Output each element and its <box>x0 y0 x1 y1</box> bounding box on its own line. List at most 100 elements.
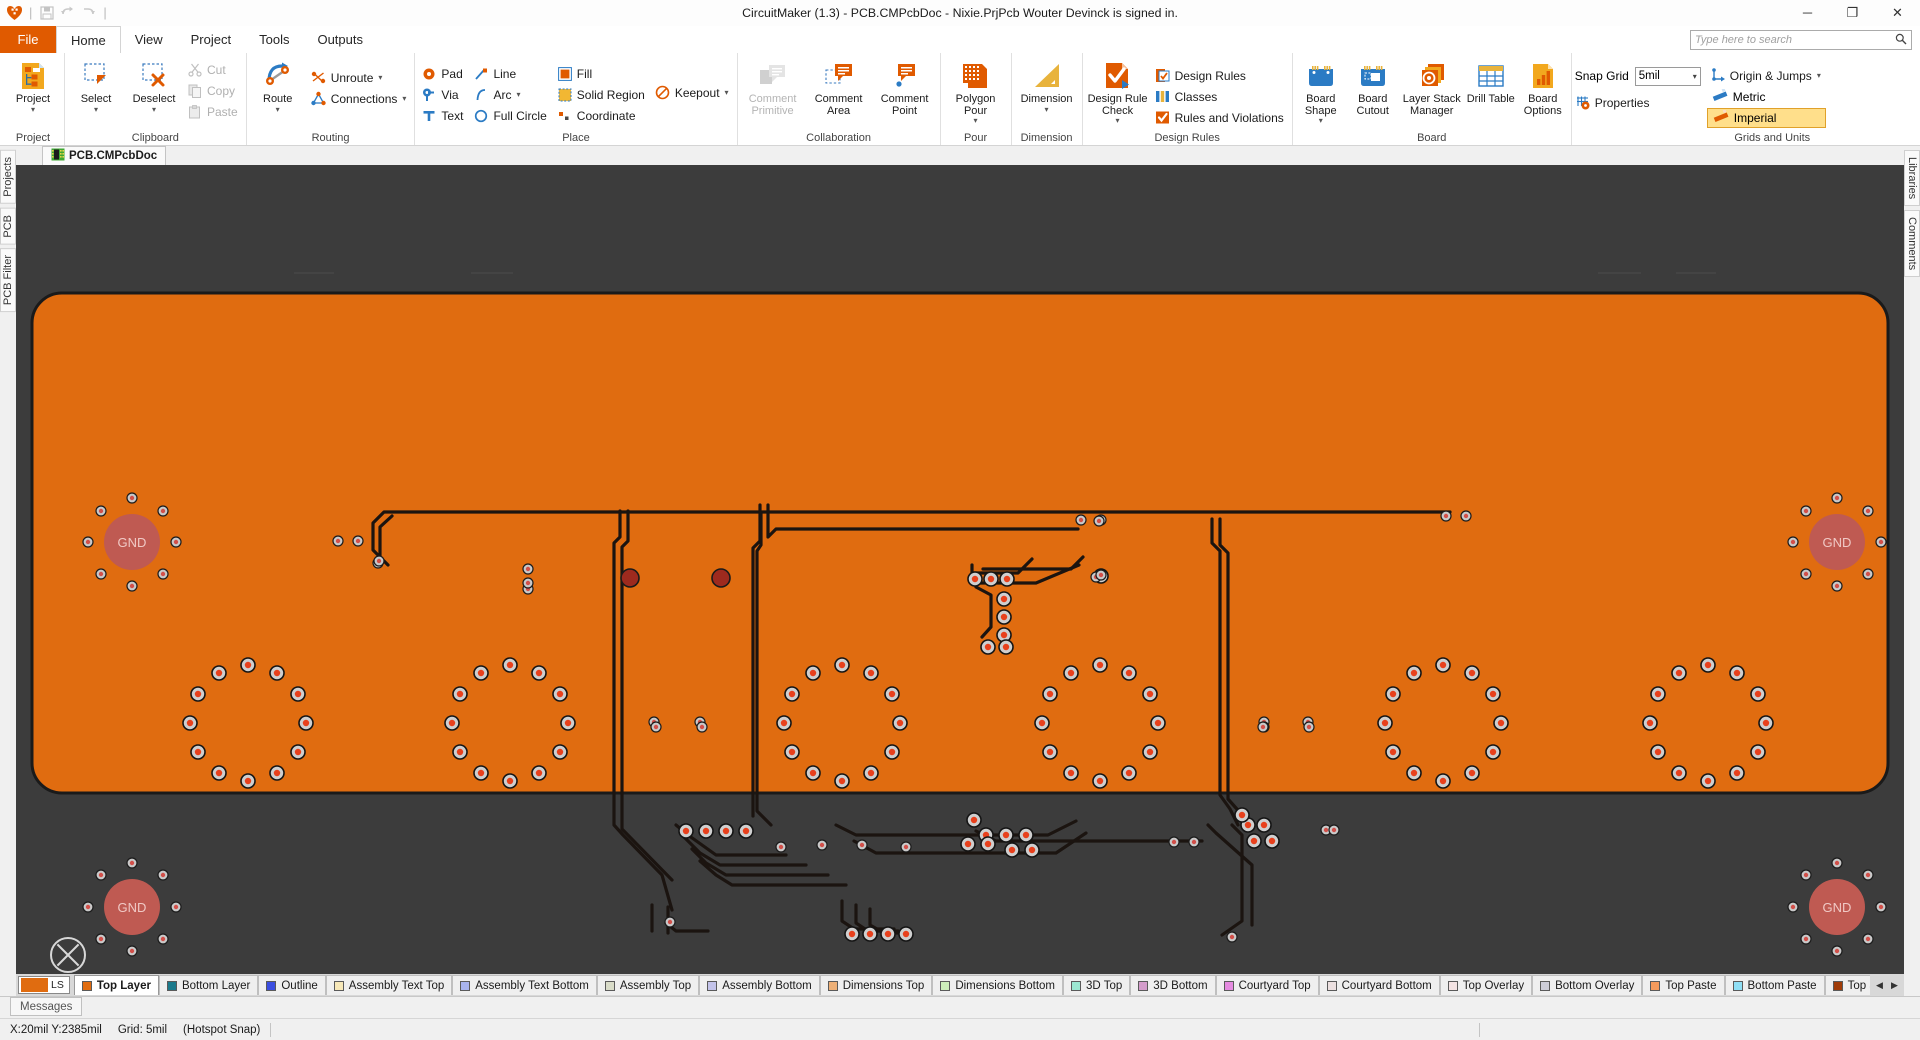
chevron-down-icon[interactable]: ▾ <box>31 106 35 113</box>
board-options-button[interactable]: Board Options <box>1518 57 1568 117</box>
place-line-button[interactable]: Line <box>470 63 551 84</box>
chevron-down-icon[interactable]: ▾ <box>94 106 98 113</box>
maximize-button[interactable]: ❐ <box>1830 0 1875 26</box>
layer-tab-assembly-top[interactable]: Assembly Top <box>597 975 699 995</box>
tab-outputs[interactable]: Outputs <box>303 26 377 53</box>
quick-access-toolbar[interactable]: | | <box>0 4 109 21</box>
chevron-down-icon[interactable]: ▾ <box>725 88 729 97</box>
chevron-down-icon[interactable]: ▾ <box>516 90 520 99</box>
layer-tab-courtyard-top[interactable]: Courtyard Top <box>1216 975 1319 995</box>
layer-next-button[interactable]: ▶ <box>1887 976 1902 994</box>
place-pad-button[interactable]: Pad <box>418 63 468 84</box>
project-button[interactable]: Project ▾ <box>5 57 61 113</box>
pcb-artwork[interactable]: GND GND GND GND <box>16 165 1904 965</box>
layer-tab-3d-bottom[interactable]: 3D Bottom <box>1130 975 1215 995</box>
connections-button[interactable]: Connections ▾ <box>308 88 412 109</box>
layer-set-selector[interactable]: LS <box>18 976 70 994</box>
search-input[interactable]: Type here to search <box>1690 30 1912 50</box>
origin-jumps-button[interactable]: Origin & Jumps ▾ <box>1707 65 1826 86</box>
place-via-button[interactable]: Via <box>418 84 468 105</box>
layer-stack-manager-button[interactable]: Layer Stack Manager <box>1400 57 1464 117</box>
layer-tab-bar[interactable]: LS Top LayerBottom LayerOutlineAssembly … <box>16 974 1904 996</box>
layer-tab-assembly-bottom[interactable]: Assembly Bottom <box>699 975 819 995</box>
deselect-button[interactable]: Deselect ▾ <box>126 57 182 113</box>
snap-grid-select[interactable]: 5mil ▾ <box>1635 67 1701 86</box>
chevron-down-icon[interactable]: ▾ <box>1817 71 1821 80</box>
chevron-down-icon[interactable]: ▾ <box>974 117 978 124</box>
layer-tab-3d-top[interactable]: 3D Top <box>1063 975 1130 995</box>
chevron-down-icon[interactable]: ▾ <box>378 73 382 82</box>
chevron-down-icon[interactable]: ▾ <box>1045 106 1049 113</box>
layer-tab-top-solder[interactable]: Top Solder <box>1825 975 1870 995</box>
layer-tab-bottom-paste[interactable]: Bottom Paste <box>1725 975 1825 995</box>
panel-tab-pcb[interactable]: PCB <box>0 208 16 245</box>
messages-tab[interactable]: Messages <box>10 997 82 1016</box>
chevron-down-icon[interactable]: ▾ <box>1693 72 1697 81</box>
layer-nav[interactable]: ◀ ▶ <box>1872 976 1902 994</box>
board-cutout-button[interactable]: Board Cutout <box>1348 57 1398 117</box>
layer-tab-top-paste[interactable]: Top Paste <box>1642 975 1724 995</box>
board-shape-button[interactable]: Board Shape ▾ <box>1296 57 1346 124</box>
comment-point-button[interactable]: Comment Point <box>873 57 937 117</box>
design-rule-check-button[interactable]: Design Rule Check ▾ <box>1086 57 1150 124</box>
place-full-circle-button[interactable]: Full Circle <box>470 105 551 126</box>
imperial-button[interactable]: Imperial <box>1707 108 1826 128</box>
copy-button[interactable]: Copy <box>184 80 243 101</box>
board-cutout-icon <box>1358 60 1388 92</box>
layer-tab-top-layer[interactable]: Top Layer <box>74 975 159 995</box>
dimension-button[interactable]: Dimension ▾ <box>1015 57 1079 113</box>
layer-tab-dimensions-top[interactable]: Dimensions Top <box>820 975 933 995</box>
design-rules-button[interactable]: Design Rules <box>1152 65 1289 86</box>
polygon-pour-button[interactable]: Polygon Pour ▾ <box>944 57 1008 124</box>
layer-tab-top-overlay[interactable]: Top Overlay <box>1440 975 1532 995</box>
tab-view[interactable]: View <box>121 26 177 53</box>
redo-icon[interactable] <box>80 4 97 21</box>
place-keepout-button[interactable]: Keepout ▾ <box>652 82 734 103</box>
place-text-button[interactable]: Text <box>418 105 468 126</box>
layer-tab-outline[interactable]: Outline <box>258 975 325 995</box>
chevron-down-icon[interactable]: ▾ <box>1319 117 1323 124</box>
select-button[interactable]: Select ▾ <box>68 57 124 113</box>
file-menu-tab[interactable]: File <box>0 26 56 53</box>
layer-prev-button[interactable]: ◀ <box>1872 976 1887 994</box>
route-button[interactable]: Route ▾ <box>250 57 306 113</box>
paste-button[interactable]: Paste <box>184 101 243 122</box>
cut-button[interactable]: Cut <box>184 59 243 80</box>
undo-icon[interactable] <box>59 4 76 21</box>
unroute-button[interactable]: Unroute ▾ <box>308 67 412 88</box>
panel-tab-pcb-filter[interactable]: PCB Filter <box>0 248 16 312</box>
place-coordinate-button[interactable]: Coordinate <box>554 105 650 126</box>
chevron-down-icon[interactable]: ▾ <box>402 94 406 103</box>
comment-area-button[interactable]: Comment Area <box>807 57 871 117</box>
drill-table-button[interactable]: Drill Table <box>1466 57 1516 106</box>
document-tab-pcb[interactable]: PCB.CMPcbDoc <box>42 146 166 165</box>
save-icon[interactable] <box>38 4 55 21</box>
tab-project[interactable]: Project <box>177 26 245 53</box>
tab-tools[interactable]: Tools <box>245 26 303 53</box>
layer-tab-dimensions-bottom[interactable]: Dimensions Bottom <box>932 975 1063 995</box>
classes-button[interactable]: Classes <box>1152 86 1289 107</box>
pcb-canvas[interactable]: GND GND GND GND <box>16 165 1904 974</box>
panel-tab-libraries[interactable]: Libraries <box>1904 150 1920 206</box>
search-icon[interactable] <box>1895 33 1907 48</box>
chevron-down-icon[interactable]: ▾ <box>152 106 156 113</box>
rules-and-violations-button[interactable]: Rules and Violations <box>1152 107 1289 128</box>
window-controls[interactable]: ─ ❐ ✕ <box>1785 0 1920 26</box>
minimize-button[interactable]: ─ <box>1785 0 1830 26</box>
metric-button[interactable]: Metric <box>1707 87 1826 107</box>
tab-home[interactable]: Home <box>56 26 121 53</box>
close-button[interactable]: ✕ <box>1875 0 1920 26</box>
place-arc-button[interactable]: Arc ▾ <box>470 84 551 105</box>
panel-tab-comments[interactable]: Comments <box>1904 210 1920 277</box>
place-solid-region-button[interactable]: Solid Region <box>554 84 650 105</box>
place-fill-button[interactable]: Fill <box>554 63 650 84</box>
layer-tab-assembly-text-top[interactable]: Assembly Text Top <box>326 975 452 995</box>
layer-tab-assembly-text-bottom[interactable]: Assembly Text Bottom <box>452 975 597 995</box>
grid-properties-button[interactable]: Properties <box>1575 92 1701 113</box>
panel-tab-projects[interactable]: Projects <box>0 150 16 204</box>
layer-tab-courtyard-bottom[interactable]: Courtyard Bottom <box>1319 975 1440 995</box>
chevron-down-icon[interactable]: ▾ <box>276 106 280 113</box>
chevron-down-icon[interactable]: ▾ <box>1116 117 1120 124</box>
layer-tab-bottom-layer[interactable]: Bottom Layer <box>159 975 258 995</box>
layer-tab-bottom-overlay[interactable]: Bottom Overlay <box>1532 975 1642 995</box>
